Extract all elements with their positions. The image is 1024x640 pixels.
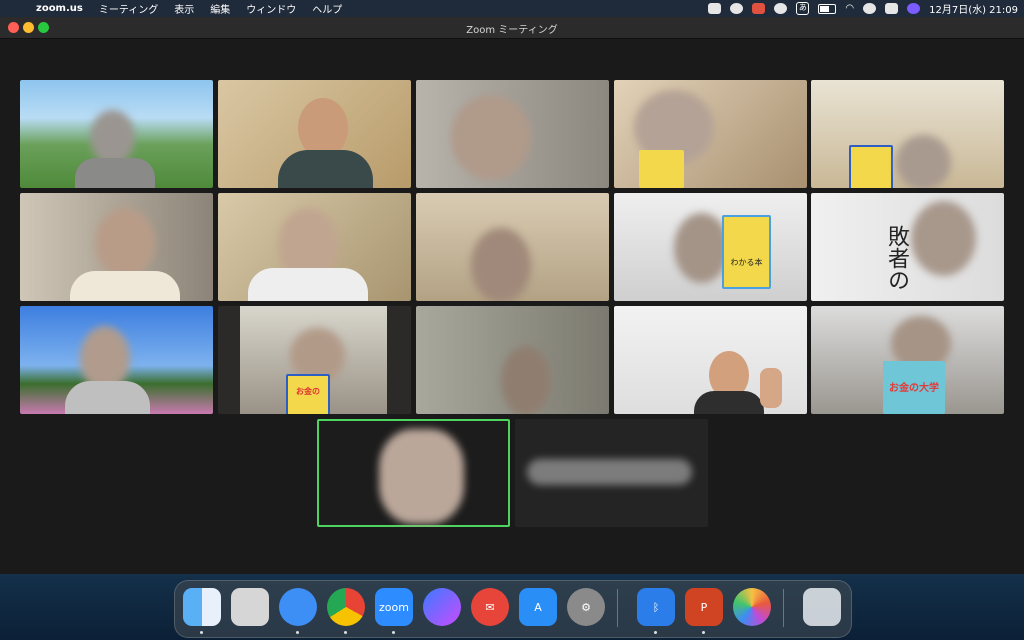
book-title: わかる本 xyxy=(730,258,763,267)
running-indicator xyxy=(392,631,395,634)
chrome-icon[interactable] xyxy=(327,588,365,626)
blurred-face xyxy=(896,135,951,188)
blurred-face xyxy=(95,208,155,278)
participant-body xyxy=(694,391,764,414)
blurred-face xyxy=(674,213,729,283)
siri-icon[interactable] xyxy=(907,3,921,14)
menu-edit[interactable]: 編集 xyxy=(202,1,238,16)
running-indicator xyxy=(344,631,347,634)
system-settings-icon[interactable]: ⚙ xyxy=(567,588,605,626)
dock-separator xyxy=(617,589,618,627)
book-prop xyxy=(639,150,684,188)
book-prop: お金の大学 xyxy=(883,361,945,414)
dock-separator xyxy=(783,589,784,627)
participant-video-tile[interactable]: お金の大学 xyxy=(811,306,1004,414)
safari-icon[interactable] xyxy=(279,588,317,626)
app-store-icon[interactable]: A xyxy=(519,588,557,626)
zoom-icon[interactable]: zoom xyxy=(375,588,413,626)
video-gallery: わかる本 敗者の お金の お金の大学 xyxy=(0,39,1024,574)
control-center-icon[interactable] xyxy=(885,3,899,14)
book-title: お金の xyxy=(296,387,320,396)
participant-video-tile[interactable] xyxy=(811,80,1004,188)
participant-body xyxy=(75,158,155,188)
status-tray: あ ◠ 12月7日(水) 21:09 xyxy=(708,0,1018,17)
blurred-face xyxy=(911,201,976,276)
participant-face xyxy=(298,98,348,158)
blurred-face xyxy=(501,346,551,414)
window-title: Zoom ミーティング xyxy=(466,25,558,36)
participant-video-tile[interactable] xyxy=(416,306,609,414)
blurred-name-label xyxy=(527,459,692,485)
finder-icon[interactable] xyxy=(183,588,221,626)
window-titlebar[interactable]: Zoom ミーティング xyxy=(0,17,1024,39)
menu-view[interactable]: 表示 xyxy=(166,1,202,16)
messenger-icon[interactable] xyxy=(423,588,461,626)
participant-video-tile[interactable] xyxy=(20,193,213,301)
zoom-window: Zoom ミーティング わかる本 敗者の お金の お金の大学 xyxy=(0,17,1024,574)
participant-body xyxy=(70,271,180,301)
participant-video-tile[interactable] xyxy=(416,193,609,301)
menu-window[interactable]: ウィンドウ xyxy=(238,1,304,16)
trash-icon[interactable] xyxy=(803,588,841,626)
book-prop: お金の xyxy=(286,374,330,414)
participant-video-tile[interactable] xyxy=(614,306,807,414)
participant-video-tile[interactable] xyxy=(614,80,807,188)
blurred-face xyxy=(471,228,531,301)
participant-body xyxy=(248,268,368,301)
running-indicator xyxy=(702,631,705,634)
status-zoom-icon[interactable] xyxy=(752,3,766,14)
user-icon[interactable] xyxy=(863,3,877,14)
menu-bar: zoom.us ミーティング 表示 編集 ウィンドウ ヘルプ あ ◠ 12月7日… xyxy=(0,0,1024,17)
mail-icon[interactable]: ✉ xyxy=(471,588,509,626)
battery-icon[interactable] xyxy=(818,3,837,14)
powerpoint-icon[interactable]: P xyxy=(685,588,723,626)
blurred-face xyxy=(379,429,464,524)
blurred-face xyxy=(90,110,135,165)
launchpad-icon[interactable] xyxy=(231,588,269,626)
bluetooth-icon[interactable]: ᛒ xyxy=(637,588,675,626)
peace-sign-hand xyxy=(760,368,782,408)
zoom-app-label: zoom xyxy=(379,600,409,614)
menu-clock[interactable]: 12月7日(水) 21:09 xyxy=(929,1,1018,16)
participant-video-tile[interactable] xyxy=(515,419,708,527)
photos-icon[interactable] xyxy=(733,588,771,626)
running-indicator xyxy=(296,631,299,634)
running-indicator xyxy=(200,631,203,634)
status-feather-icon[interactable] xyxy=(730,3,744,14)
book-title: お金の大学 xyxy=(889,383,939,394)
menu-help[interactable]: ヘルプ xyxy=(304,1,350,16)
book-prop: わかる本 xyxy=(722,215,771,289)
active-speaker-tile[interactable] xyxy=(317,419,510,527)
status-play-icon[interactable] xyxy=(774,3,788,14)
participant-video-tile[interactable] xyxy=(416,80,609,188)
wifi-icon[interactable]: ◠ xyxy=(845,3,854,14)
participant-video-tile[interactable] xyxy=(218,80,411,188)
book-spine-text: 敗者の xyxy=(884,225,909,291)
participant-body xyxy=(278,150,373,188)
menu-meeting[interactable]: ミーティング xyxy=(91,1,166,16)
participant-video-tile[interactable]: 敗者の xyxy=(811,193,1004,301)
participant-video-tile[interactable] xyxy=(20,306,213,414)
participant-video-tile[interactable]: わかる本 xyxy=(614,193,807,301)
dock: zoom ✉ A ⚙ ᛒ P xyxy=(174,580,852,638)
book-prop xyxy=(849,145,893,188)
participant-video-tile[interactable] xyxy=(218,193,411,301)
blurred-face xyxy=(451,95,531,180)
participant-video-tile[interactable]: お金の xyxy=(218,306,411,414)
participant-video-tile[interactable] xyxy=(20,80,213,188)
input-method-icon[interactable]: あ xyxy=(796,2,810,15)
participant-body xyxy=(65,381,150,414)
status-more-icon[interactable] xyxy=(708,3,722,14)
running-indicator xyxy=(654,631,657,634)
menu-app-name[interactable]: zoom.us xyxy=(28,3,91,14)
